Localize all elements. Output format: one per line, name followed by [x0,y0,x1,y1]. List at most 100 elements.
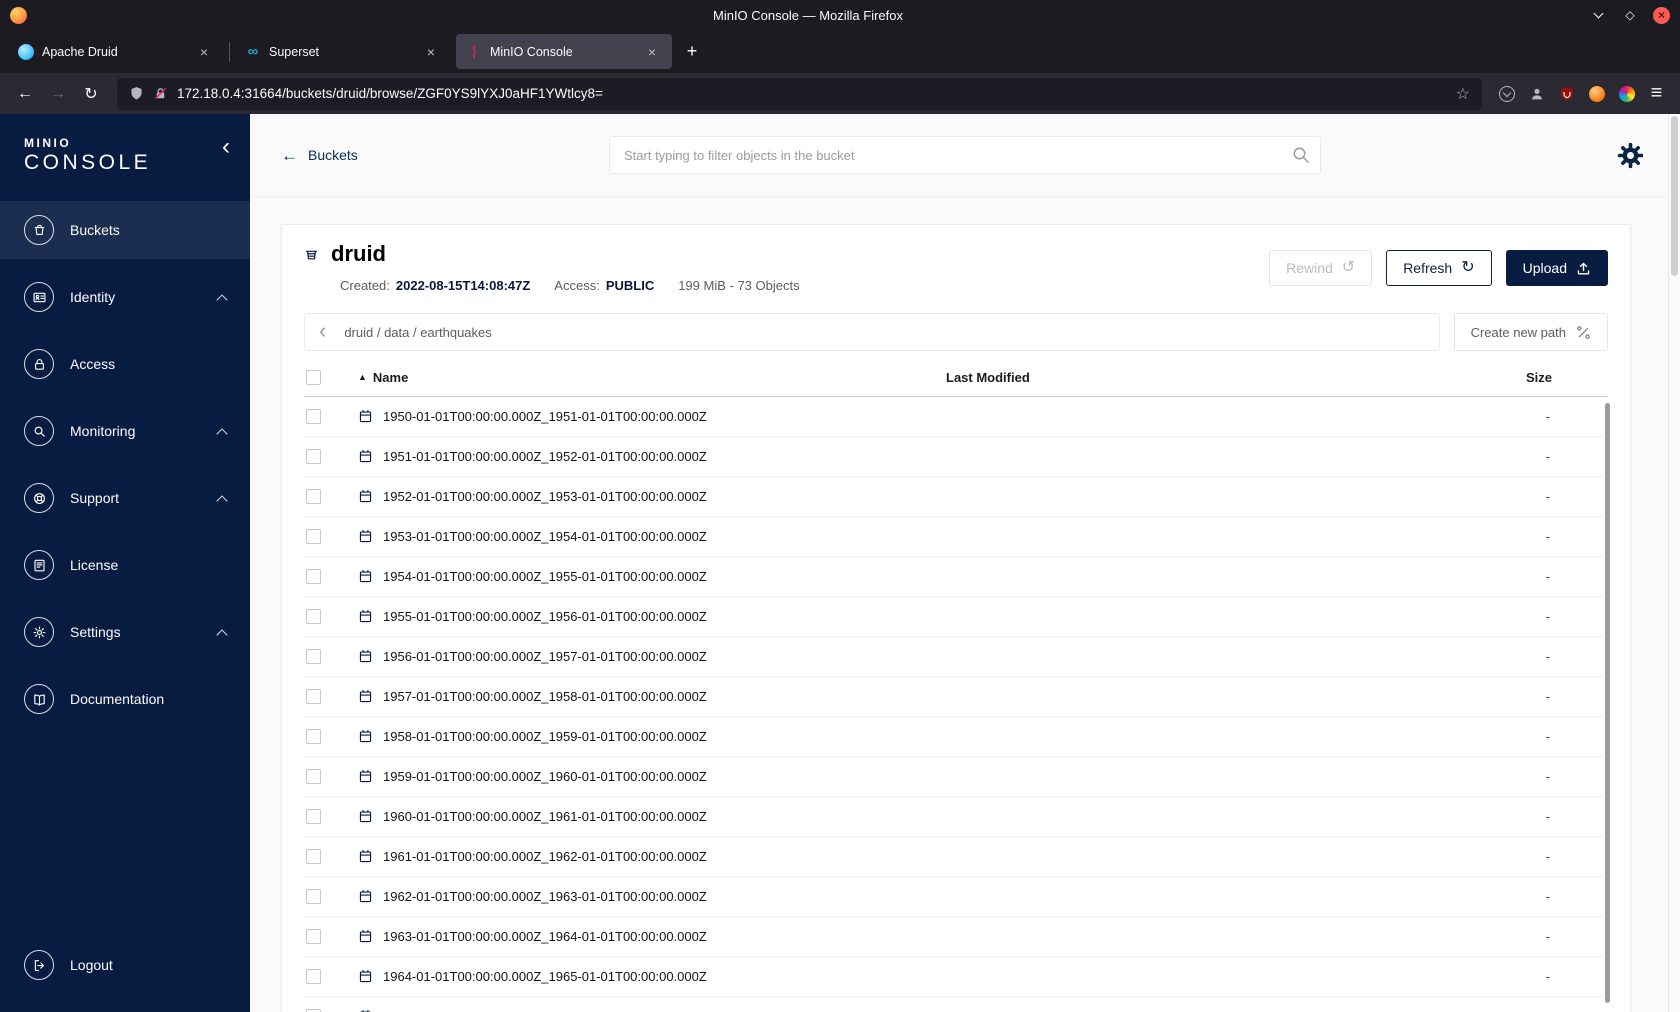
object-filter-input[interactable] [609,136,1321,174]
url-bar[interactable]: 172.18.0.4:31664/buckets/druid/browse/ZG… [117,77,1482,110]
object-name[interactable]: 1950-01-01T00:00:00.000Z_1951-01-01T00:0… [383,409,707,424]
tab-minio-console[interactable]: MinIO Console × [456,34,672,69]
tab-close-icon[interactable]: × [642,42,662,62]
back-to-buckets-link[interactable]: ← Buckets [281,147,358,164]
sidebar-item-buckets[interactable]: Buckets [0,201,250,259]
page-scrollbar[interactable] [1668,114,1680,1012]
object-name[interactable]: 1961-01-01T00:00:00.000Z_1962-01-01T00:0… [383,849,707,864]
sidebar-item-logout[interactable]: Logout [0,936,250,994]
insecure-lock-icon[interactable] [153,86,168,101]
breadcrumb-path[interactable]: druid / data / earthquakes [344,325,491,340]
bookmark-star-icon[interactable]: ☆ [1456,84,1470,104]
row-checkbox[interactable] [306,689,321,704]
page-scrollbar-thumb[interactable] [1671,116,1678,276]
select-all-checkbox[interactable] [306,370,321,385]
monitoring-icon [24,416,54,446]
new-tab-button[interactable]: + [677,37,707,67]
tab-apache-druid[interactable]: Apache Druid × [8,34,224,69]
object-name[interactable]: 1964-01-01T00:00:00.000Z_1965-01-01T00:0… [383,969,707,984]
table-row[interactable]: 1964-01-01T00:00:00.000Z_1965-01-01T00:0… [304,957,1608,997]
row-checkbox[interactable] [306,849,321,864]
table-row[interactable]: 1955-01-01T00:00:00.000Z_1956-01-01T00:0… [304,597,1608,637]
table-row[interactable]: 1952-01-01T00:00:00.000Z_1953-01-01T00:0… [304,477,1608,517]
object-name[interactable]: 1953-01-01T00:00:00.000Z_1954-01-01T00:0… [383,529,707,544]
object-name[interactable]: 1960-01-01T00:00:00.000Z_1961-01-01T00:0… [383,809,707,824]
object-name[interactable]: 1958-01-01T00:00:00.000Z_1959-01-01T00:0… [383,729,707,744]
sidebar-item-identity[interactable]: Identity [0,268,250,326]
sidebar-item-settings[interactable]: Settings [0,603,250,661]
tab-superset[interactable]: ∞ Superset × [235,34,451,69]
reload-icon[interactable]: ↻ [76,79,106,109]
maximize-icon[interactable]: ◇ [1621,6,1639,24]
buckets-icon [24,215,54,245]
forward-icon[interactable]: → [43,79,73,109]
extension-avatar-icon[interactable] [1583,80,1610,107]
pocket-icon[interactable] [1493,80,1520,107]
sidebar-item-monitoring[interactable]: Monitoring [0,402,250,460]
close-window-icon[interactable]: × [1653,6,1670,24]
table-row[interactable]: 1953-01-01T00:00:00.000Z_1954-01-01T00:0… [304,517,1608,557]
rewind-button[interactable]: Rewind ↺ [1269,250,1373,286]
object-name[interactable]: 1955-01-01T00:00:00.000Z_1956-01-01T00:0… [383,609,707,624]
row-checkbox[interactable] [306,769,321,784]
object-name[interactable]: 1957-01-01T00:00:00.000Z_1958-01-01T00:0… [383,689,707,704]
row-checkbox[interactable] [306,729,321,744]
row-checkbox[interactable] [306,529,321,544]
extension-pinwheel-icon[interactable] [1613,80,1640,107]
sidebar-collapse-icon[interactable]: ‹ [222,135,230,159]
row-checkbox[interactable] [306,889,321,904]
row-checkbox[interactable] [306,929,321,944]
back-icon[interactable]: ← [10,79,40,109]
row-checkbox[interactable] [306,649,321,664]
breadcrumb-back-chevron-icon[interactable]: ‹ [319,319,326,342]
table-row[interactable]: 1950-01-01T00:00:00.000Z_1951-01-01T00:0… [304,397,1608,437]
table-row[interactable]: 1960-01-01T00:00:00.000Z_1961-01-01T00:0… [304,797,1608,837]
row-checkbox[interactable] [306,569,321,584]
refresh-button[interactable]: Refresh ↻ [1386,250,1492,286]
object-name[interactable]: 1962-01-01T00:00:00.000Z_1963-01-01T00:0… [383,889,707,904]
refresh-icon: ↻ [1461,259,1475,276]
object-name[interactable]: 1963-01-01T00:00:00.000Z_1964-01-01T00:0… [383,929,707,944]
ublock-shield-icon[interactable] [1553,80,1580,107]
table-row[interactable]: 1959-01-01T00:00:00.000Z_1960-01-01T00:0… [304,757,1608,797]
url-text[interactable]: 172.18.0.4:31664/buckets/druid/browse/ZG… [177,86,1447,101]
sidebar-item-license[interactable]: License [0,536,250,594]
sidebar-item-documentation[interactable]: Documentation [0,670,250,728]
upload-button[interactable]: Upload [1505,250,1608,286]
apache-druid-icon [18,43,34,60]
table-row[interactable]: 1954-01-01T00:00:00.000Z_1955-01-01T00:0… [304,557,1608,597]
row-checkbox[interactable] [306,609,321,624]
row-checkbox[interactable] [306,969,321,984]
console-settings-gear-icon[interactable] [1617,142,1644,169]
object-name[interactable]: 1954-01-01T00:00:00.000Z_1955-01-01T00:0… [383,569,707,584]
tab-close-icon[interactable]: × [194,42,214,62]
account-icon[interactable] [1523,80,1550,107]
breadcrumb[interactable]: ‹ druid / data / earthquakes [304,313,1440,351]
access-icon [24,349,54,379]
sidebar-item-support[interactable]: Support [0,469,250,527]
minimize-icon[interactable] [1589,6,1607,24]
table-row[interactable]: 1963-01-01T00:00:00.000Z_1964-01-01T00:0… [304,917,1608,957]
object-name[interactable]: 1951-01-01T00:00:00.000Z_1952-01-01T00:0… [383,449,707,464]
object-name[interactable]: 1952-01-01T00:00:00.000Z_1953-01-01T00:0… [383,489,707,504]
tracking-protection-shield-icon[interactable] [129,86,144,101]
table-row[interactable]: 1957-01-01T00:00:00.000Z_1958-01-01T00:0… [304,677,1608,717]
row-checkbox[interactable] [306,489,321,504]
table-scrollbar[interactable] [1605,403,1610,1003]
table-row[interactable]: 1951-01-01T00:00:00.000Z_1952-01-01T00:0… [304,437,1608,477]
table-row[interactable]: 1961-01-01T00:00:00.000Z_1962-01-01T00:0… [304,837,1608,877]
table-row[interactable]: 1958-01-01T00:00:00.000Z_1959-01-01T00:0… [304,717,1608,757]
column-header-name[interactable]: ▲ Name [356,370,946,385]
menu-hamburger-icon[interactable]: ≡ [1643,80,1670,107]
object-name[interactable]: 1959-01-01T00:00:00.000Z_1960-01-01T00:0… [383,769,707,784]
sidebar-item-access[interactable]: Access [0,335,250,393]
row-checkbox[interactable] [306,449,321,464]
object-name[interactable]: 1956-01-01T00:00:00.000Z_1957-01-01T00:0… [383,649,707,664]
row-checkbox[interactable] [306,409,321,424]
table-row[interactable]: 1962-01-01T00:00:00.000Z_1963-01-01T00:0… [304,877,1608,917]
table-row[interactable]: 1956-01-01T00:00:00.000Z_1957-01-01T00:0… [304,637,1608,677]
create-new-path-button[interactable]: Create new path [1453,313,1608,351]
row-checkbox[interactable] [306,809,321,824]
table-row[interactable]: 1965-01-01T00:00:00.000Z_1966-01-01T00:0… [304,997,1608,1012]
tab-close-icon[interactable]: × [421,42,441,62]
